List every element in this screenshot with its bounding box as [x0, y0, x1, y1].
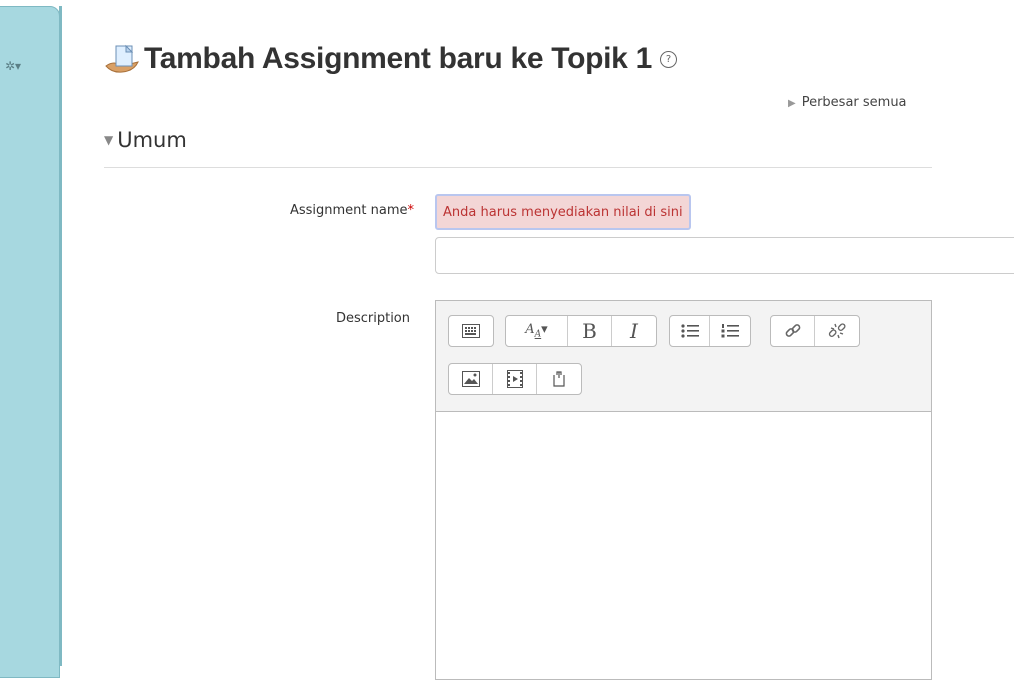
assignment-name-label: Assignment name* — [290, 203, 414, 218]
link-icon — [785, 324, 800, 337]
editor-content-area[interactable] — [436, 412, 931, 680]
description-label: Description — [335, 311, 410, 326]
toolbar-group-media — [448, 363, 582, 395]
required-marker: * — [407, 203, 415, 218]
image-button[interactable] — [449, 364, 493, 394]
toolbar-toggle-button[interactable] — [449, 316, 493, 346]
bullet-list-icon — [680, 324, 699, 338]
assignment-name-label-text: Assignment name — [289, 203, 408, 218]
editor-toolbar: AA▾ B I — [436, 301, 931, 412]
side-divider — [59, 6, 62, 666]
assignment-name-input[interactable] — [435, 237, 1014, 274]
page-title: Tambah Assignment baru ke Topik 1 — [144, 42, 652, 75]
italic-button[interactable]: I — [612, 316, 656, 346]
assignment-icon — [105, 44, 139, 73]
toolbar-toggle-icon — [462, 324, 480, 338]
gear-icon[interactable]: ✲▾ — [5, 59, 21, 73]
manage-files-icon — [553, 371, 565, 387]
collapse-caret-icon: ▼ — [104, 133, 114, 147]
expand-icon: ▶ — [788, 98, 796, 109]
toolbar-group-text: AA▾ B I — [505, 315, 657, 347]
toolbar-group-links — [770, 315, 860, 347]
section-toggle-general[interactable]: ▼ Umum — [104, 128, 187, 152]
bullet-list-button[interactable] — [670, 316, 710, 346]
page-header: Tambah Assignment baru ke Topik 1 ? — [104, 42, 677, 76]
media-button[interactable] — [493, 364, 537, 394]
section-divider — [104, 167, 932, 168]
font-style-button[interactable]: AA▾ — [506, 316, 568, 346]
assignment-name-error: Anda harus menyediakan nilai di sini — [435, 194, 691, 230]
expand-all-label: Perbesar semua — [801, 95, 907, 110]
section-title: Umum — [117, 128, 187, 152]
expand-all-link[interactable]: ▶ Perbesar semua — [788, 95, 907, 110]
manage-files-button[interactable] — [537, 364, 581, 394]
bold-button[interactable]: B — [568, 316, 612, 346]
font-style-icon: AA▾ — [525, 322, 548, 340]
numbered-list-button[interactable] — [710, 316, 750, 346]
unlink-button[interactable] — [815, 316, 859, 346]
image-icon — [461, 371, 480, 387]
description-editor[interactable]: AA▾ B I — [435, 300, 932, 680]
link-button[interactable] — [771, 316, 815, 346]
unlink-icon — [828, 323, 846, 339]
media-icon — [506, 370, 523, 388]
numbered-list-icon — [721, 324, 739, 338]
toolbar-group-lists — [669, 315, 751, 347]
help-icon[interactable]: ? — [659, 50, 677, 68]
left-block-panel: ✲▾ — [0, 6, 60, 678]
toolbar-group-toggle — [448, 315, 494, 347]
